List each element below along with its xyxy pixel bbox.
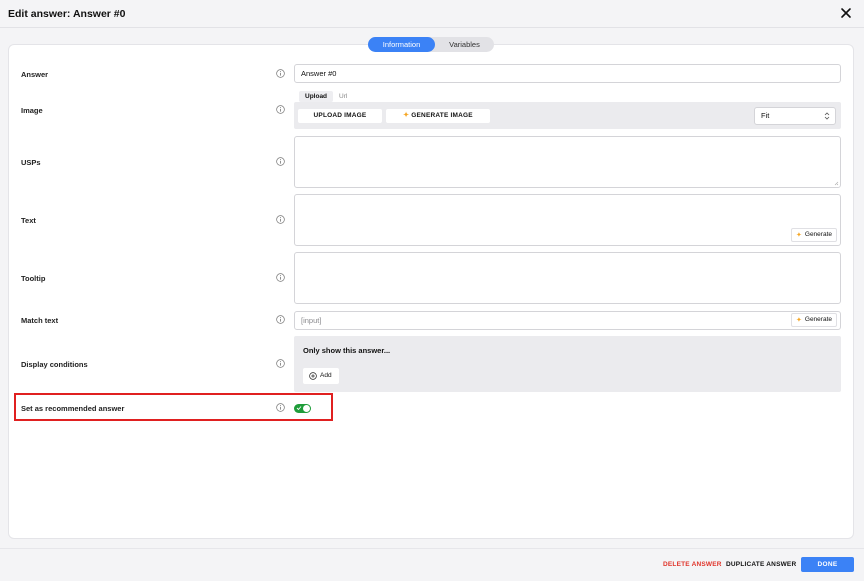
match-text-placeholder: [input]	[301, 316, 322, 325]
tab-upload[interactable]: Upload	[299, 91, 334, 102]
tooltip-label: Tooltip	[21, 274, 46, 283]
generate-image-label: GENERATE IMAGE	[411, 112, 473, 119]
delete-answer-button[interactable]: DELETE ANSWER	[663, 561, 722, 568]
close-button[interactable]	[837, 4, 855, 22]
info-icon[interactable]	[276, 157, 285, 166]
info-icon[interactable]	[276, 105, 285, 114]
close-icon	[841, 8, 851, 18]
info-icon[interactable]	[276, 403, 285, 412]
match-text-generate-button[interactable]: ✦ Generate	[791, 313, 837, 327]
info-icon[interactable]	[276, 69, 285, 78]
text-textarea[interactable]: ✦ Generate	[294, 194, 841, 246]
answer-input[interactable]: Answer #0	[294, 64, 841, 83]
display-conditions-title: Only show this answer...	[303, 346, 391, 355]
usps-textarea[interactable]	[294, 136, 841, 188]
tab-information[interactable]: Information	[368, 37, 435, 52]
text-generate-label: Generate	[804, 231, 832, 238]
info-icon[interactable]	[276, 315, 285, 324]
plus-circle-icon	[309, 372, 317, 380]
sparkle-icon: ✦	[796, 231, 802, 239]
recommended-label: Set as recommended answer	[21, 404, 125, 413]
tooltip-textarea[interactable]	[294, 252, 841, 304]
select-arrows-icon	[824, 112, 830, 120]
image-label: Image	[21, 106, 43, 115]
recommended-toggle[interactable]	[294, 404, 311, 413]
check-icon	[296, 406, 302, 411]
sparkle-icon: ✦	[403, 112, 410, 119]
toggle-knob	[303, 405, 310, 412]
done-button[interactable]: DONE	[801, 557, 854, 572]
display-conditions-area: Only show this answer... Add	[294, 336, 841, 392]
upload-image-button[interactable]: UPLOAD IMAGE	[298, 109, 382, 123]
image-source-tabs: Upload Url	[299, 91, 353, 102]
resize-grip-icon[interactable]	[834, 181, 839, 186]
add-condition-button[interactable]: Add	[303, 368, 339, 384]
text-generate-button[interactable]: ✦ Generate	[791, 228, 837, 242]
fit-select[interactable]: Fit	[754, 107, 836, 125]
dialog-footer: DELETE ANSWER DUPLICATE ANSWER DONE	[0, 548, 864, 581]
tab-url[interactable]: Url	[333, 91, 353, 102]
tab-variables[interactable]: Variables	[435, 37, 494, 52]
add-condition-label: Add	[320, 372, 332, 379]
generate-image-button[interactable]: ✦ GENERATE IMAGE	[386, 109, 490, 123]
tab-switcher: Information Variables	[368, 37, 494, 52]
text-label: Text	[21, 216, 36, 225]
match-text-input[interactable]: [input] ✦ Generate	[294, 311, 841, 330]
match-text-generate-label: Generate	[804, 316, 832, 323]
info-icon[interactable]	[276, 273, 285, 282]
usps-label: USPs	[21, 158, 41, 167]
dialog-header: Edit answer: Answer #0	[0, 0, 864, 28]
duplicate-answer-button[interactable]: DUPLICATE ANSWER	[726, 561, 796, 568]
info-icon[interactable]	[276, 359, 285, 368]
answer-label: Answer	[21, 70, 49, 79]
display-conditions-label: Display conditions	[21, 360, 88, 369]
dialog-title: Edit answer: Answer #0	[8, 8, 126, 20]
sparkle-icon: ✦	[796, 316, 802, 324]
fit-select-value: Fit	[761, 111, 770, 120]
match-text-label: Match text	[21, 316, 59, 325]
info-icon[interactable]	[276, 215, 285, 224]
